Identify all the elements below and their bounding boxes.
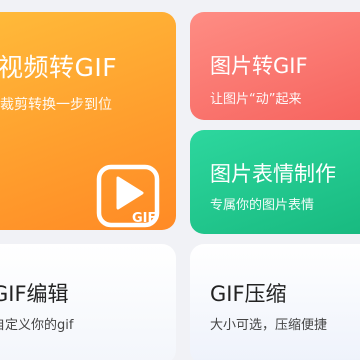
gif-edit-subtitle: 自定义你的gif (0, 318, 74, 333)
feature-grid: 视频转GIF 裁剪转换一步到位 GIF 图片转GIF 让图片“动”起来 图片表情… (0, 0, 360, 360)
image-to-gif-card[interactable]: 图片转GIF 让图片“动”起来 (190, 12, 360, 120)
gif-compress-title: GIF压缩 (210, 282, 287, 306)
video-to-gif-card[interactable]: 视频转GIF 裁剪转换一步到位 GIF (0, 12, 176, 230)
emoji-maker-card[interactable]: 图片表情制作 专属你的图片表情 (190, 130, 360, 234)
image-to-gif-subtitle: 让图片“动”起来 (210, 92, 302, 107)
gif-compress-card[interactable]: GIF压缩 大小可选，压缩便捷 (190, 244, 360, 360)
gif-edit-title: GIF编辑 (0, 282, 69, 306)
emoji-maker-title: 图片表情制作 (210, 162, 336, 186)
video-play-gif-icon: GIF (96, 164, 160, 228)
emoji-maker-subtitle: 专属你的图片表情 (210, 198, 315, 213)
gif-badge-text: GIF (132, 211, 156, 226)
image-to-gif-title: 图片转GIF (210, 54, 308, 78)
video-to-gif-subtitle: 裁剪转换一步到位 (0, 97, 112, 113)
video-to-gif-title: 视频转GIF (0, 53, 118, 82)
gif-edit-card[interactable]: GIF编辑 自定义你的gif (0, 244, 176, 360)
gif-compress-subtitle: 大小可选，压缩便捷 (210, 318, 328, 333)
